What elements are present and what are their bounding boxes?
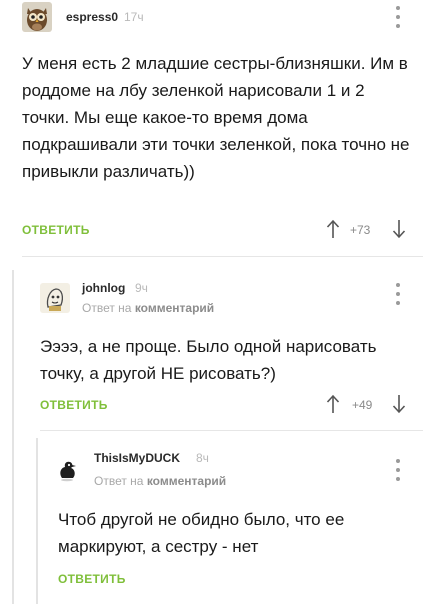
reply-to-prefix: Ответ на [94, 474, 144, 488]
username[interactable]: johnlog [82, 281, 125, 295]
dot-icon [396, 283, 400, 287]
dot-icon [396, 477, 400, 481]
arrow-down-icon [392, 220, 406, 239]
reply-to-prefix: Ответ на [82, 301, 132, 315]
more-options-button[interactable] [395, 283, 401, 305]
reply-button[interactable]: ОТВЕТИТЬ [22, 223, 90, 237]
avatar[interactable] [40, 283, 70, 313]
reply-to-label: Ответ на комментарий [94, 474, 226, 488]
more-options-button[interactable] [395, 6, 401, 28]
divider [40, 430, 423, 431]
arrow-up-icon [326, 219, 340, 238]
dot-icon [396, 468, 400, 472]
username[interactable]: espress0 [66, 10, 118, 24]
dot-icon [396, 24, 400, 28]
reply-button[interactable]: ОТВЕТИТЬ [40, 398, 108, 412]
arrow-down-icon [392, 395, 406, 414]
arrow-up-icon [326, 394, 340, 413]
reply-to-link[interactable]: комментарий [135, 301, 214, 315]
rating: +49 [352, 398, 373, 412]
avatar[interactable] [22, 2, 52, 32]
comment-time: 9ч [135, 281, 148, 295]
rating: +73 [350, 223, 371, 237]
dot-icon [396, 292, 400, 296]
reply-button[interactable]: ОТВЕТИТЬ [58, 572, 126, 586]
sketch-avatar-icon [40, 283, 70, 313]
comment-text: Ээээ, а не проще. Было одной нарисовать … [40, 337, 377, 383]
upvote-button[interactable] [326, 219, 340, 239]
comment-text: Чтоб другой не обидно было, что ее марки… [58, 510, 345, 556]
downvote-button[interactable] [392, 219, 406, 239]
comment-time: 8ч [196, 451, 209, 465]
dot-icon [396, 459, 400, 463]
avatar[interactable] [56, 458, 78, 482]
dot-icon [396, 6, 400, 10]
comment-text: У меня есть 2 младшие сестры-близняшки. … [22, 54, 410, 181]
divider [22, 256, 423, 257]
more-options-button[interactable] [395, 459, 401, 481]
comment-time: 17ч [124, 10, 144, 24]
owl-avatar-icon [22, 2, 52, 32]
dot-icon [396, 15, 400, 19]
thread-line-level-2 [36, 438, 38, 604]
dot-icon [396, 301, 400, 305]
reply-to-label: Ответ на комментарий [82, 301, 214, 315]
downvote-button[interactable] [392, 394, 406, 414]
upvote-button[interactable] [326, 394, 340, 414]
reply-to-link[interactable]: комментарий [147, 474, 226, 488]
username[interactable]: ThisIsMyDUCK [94, 451, 180, 465]
thread-line-level-1 [12, 270, 14, 604]
duck-avatar-icon [56, 458, 78, 482]
